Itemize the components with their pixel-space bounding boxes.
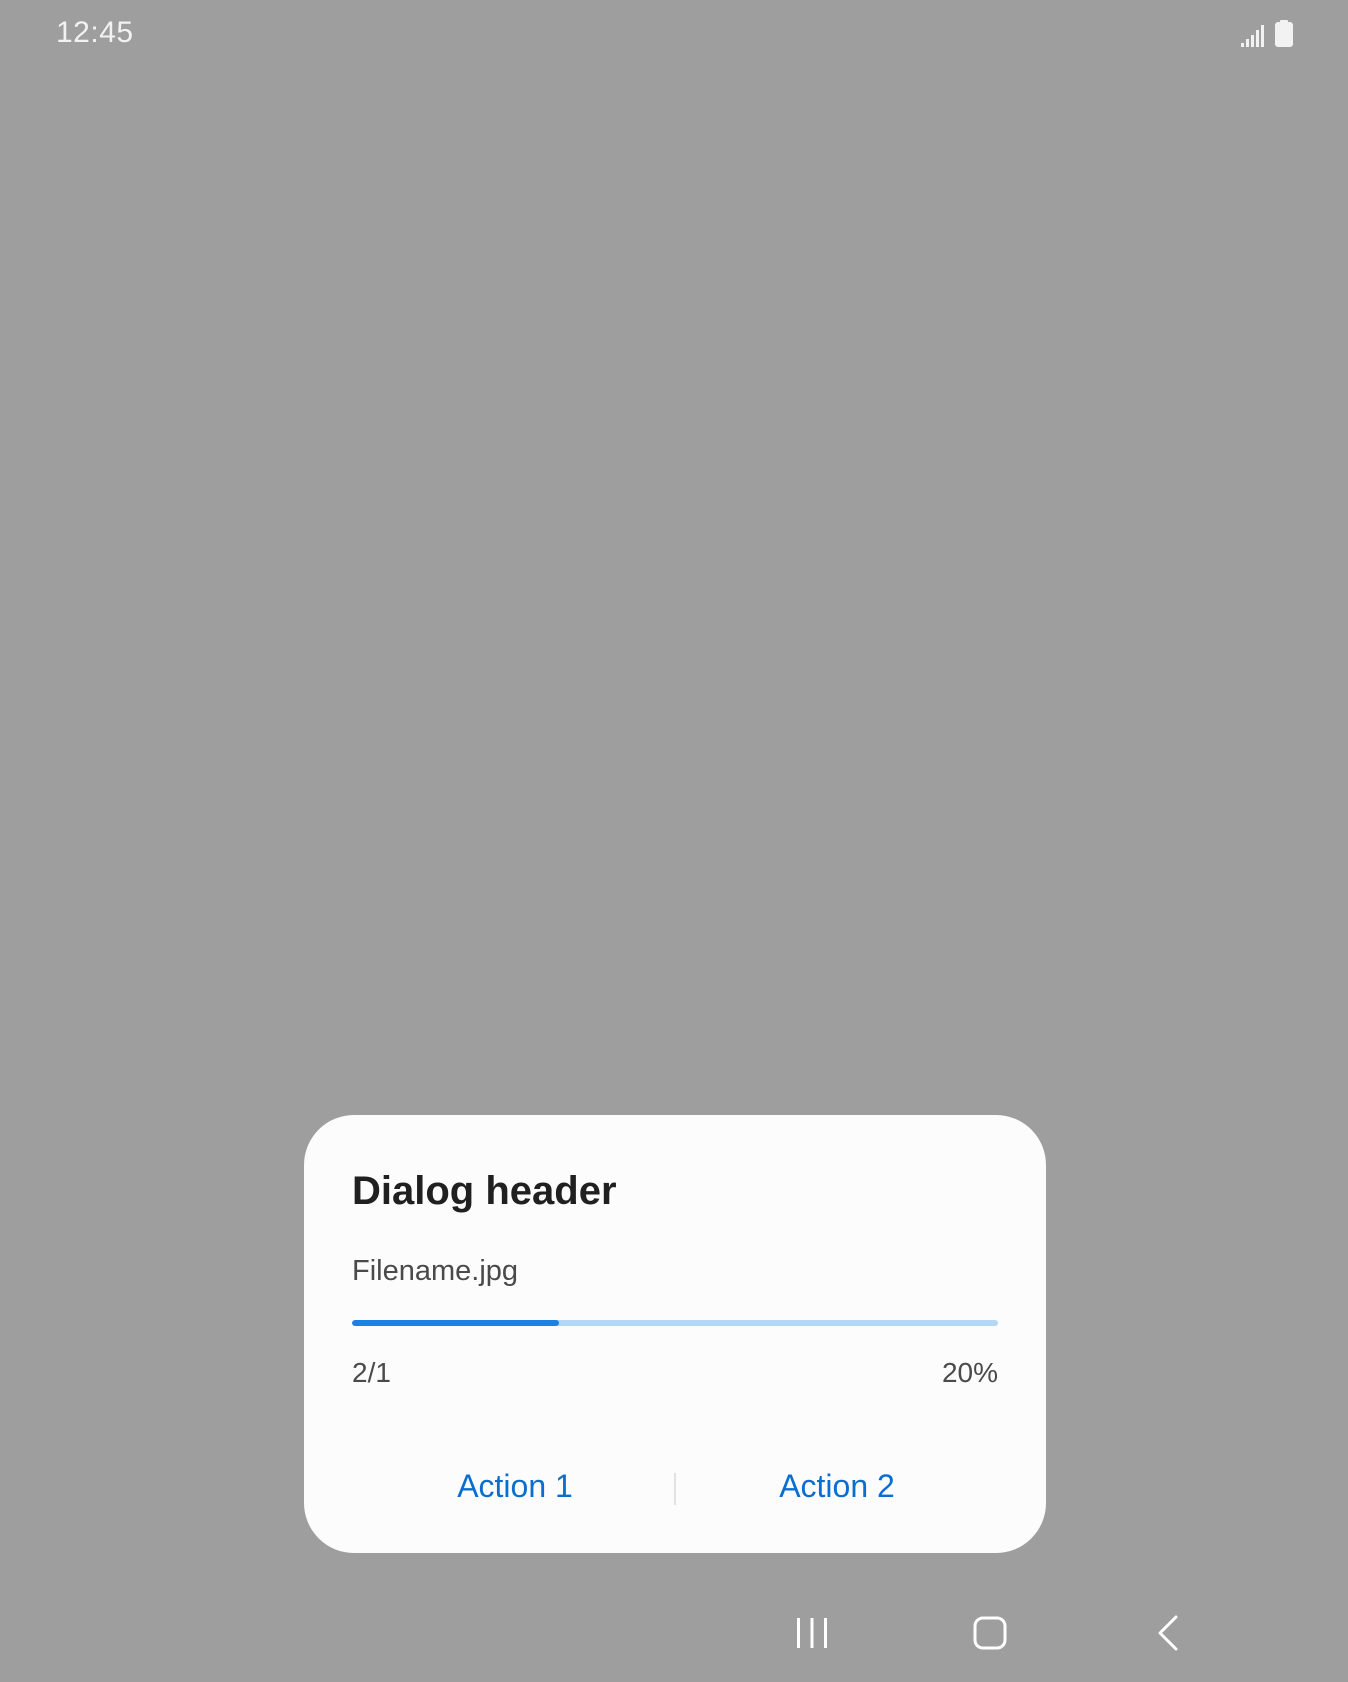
action-1-button[interactable]: Action 1 [352, 1451, 678, 1521]
file-name: Filename.jpg [352, 1255, 519, 1287]
progress-fill [352, 1320, 559, 1326]
dialog-title: Dialog header [352, 1169, 617, 1213]
home-button[interactable] [950, 1600, 1030, 1670]
progress-percent: 20% [941, 1357, 998, 1388]
home-icon [973, 1616, 1007, 1655]
battery-icon [1275, 20, 1293, 47]
action-2-button[interactable]: Action 2 [674, 1451, 1000, 1521]
recents-icon [795, 1617, 829, 1654]
back-button[interactable] [1128, 1600, 1208, 1670]
signal-icon [1241, 25, 1265, 47]
back-icon [1156, 1615, 1180, 1656]
dialog-actions: Action 1 Action 2 [304, 1451, 1046, 1521]
progress-count: 2/1 [352, 1357, 391, 1388]
status-bar: 12:45 [0, 0, 1348, 70]
status-time: 12:45 [56, 16, 134, 49]
navigation-bar [0, 1590, 1348, 1682]
progress-bar [352, 1320, 998, 1326]
progress-dialog: Dialog header Filename.jpg 2/1 20% Actio… [304, 1115, 1046, 1553]
status-icons [1241, 20, 1293, 47]
recents-button[interactable] [772, 1600, 852, 1670]
